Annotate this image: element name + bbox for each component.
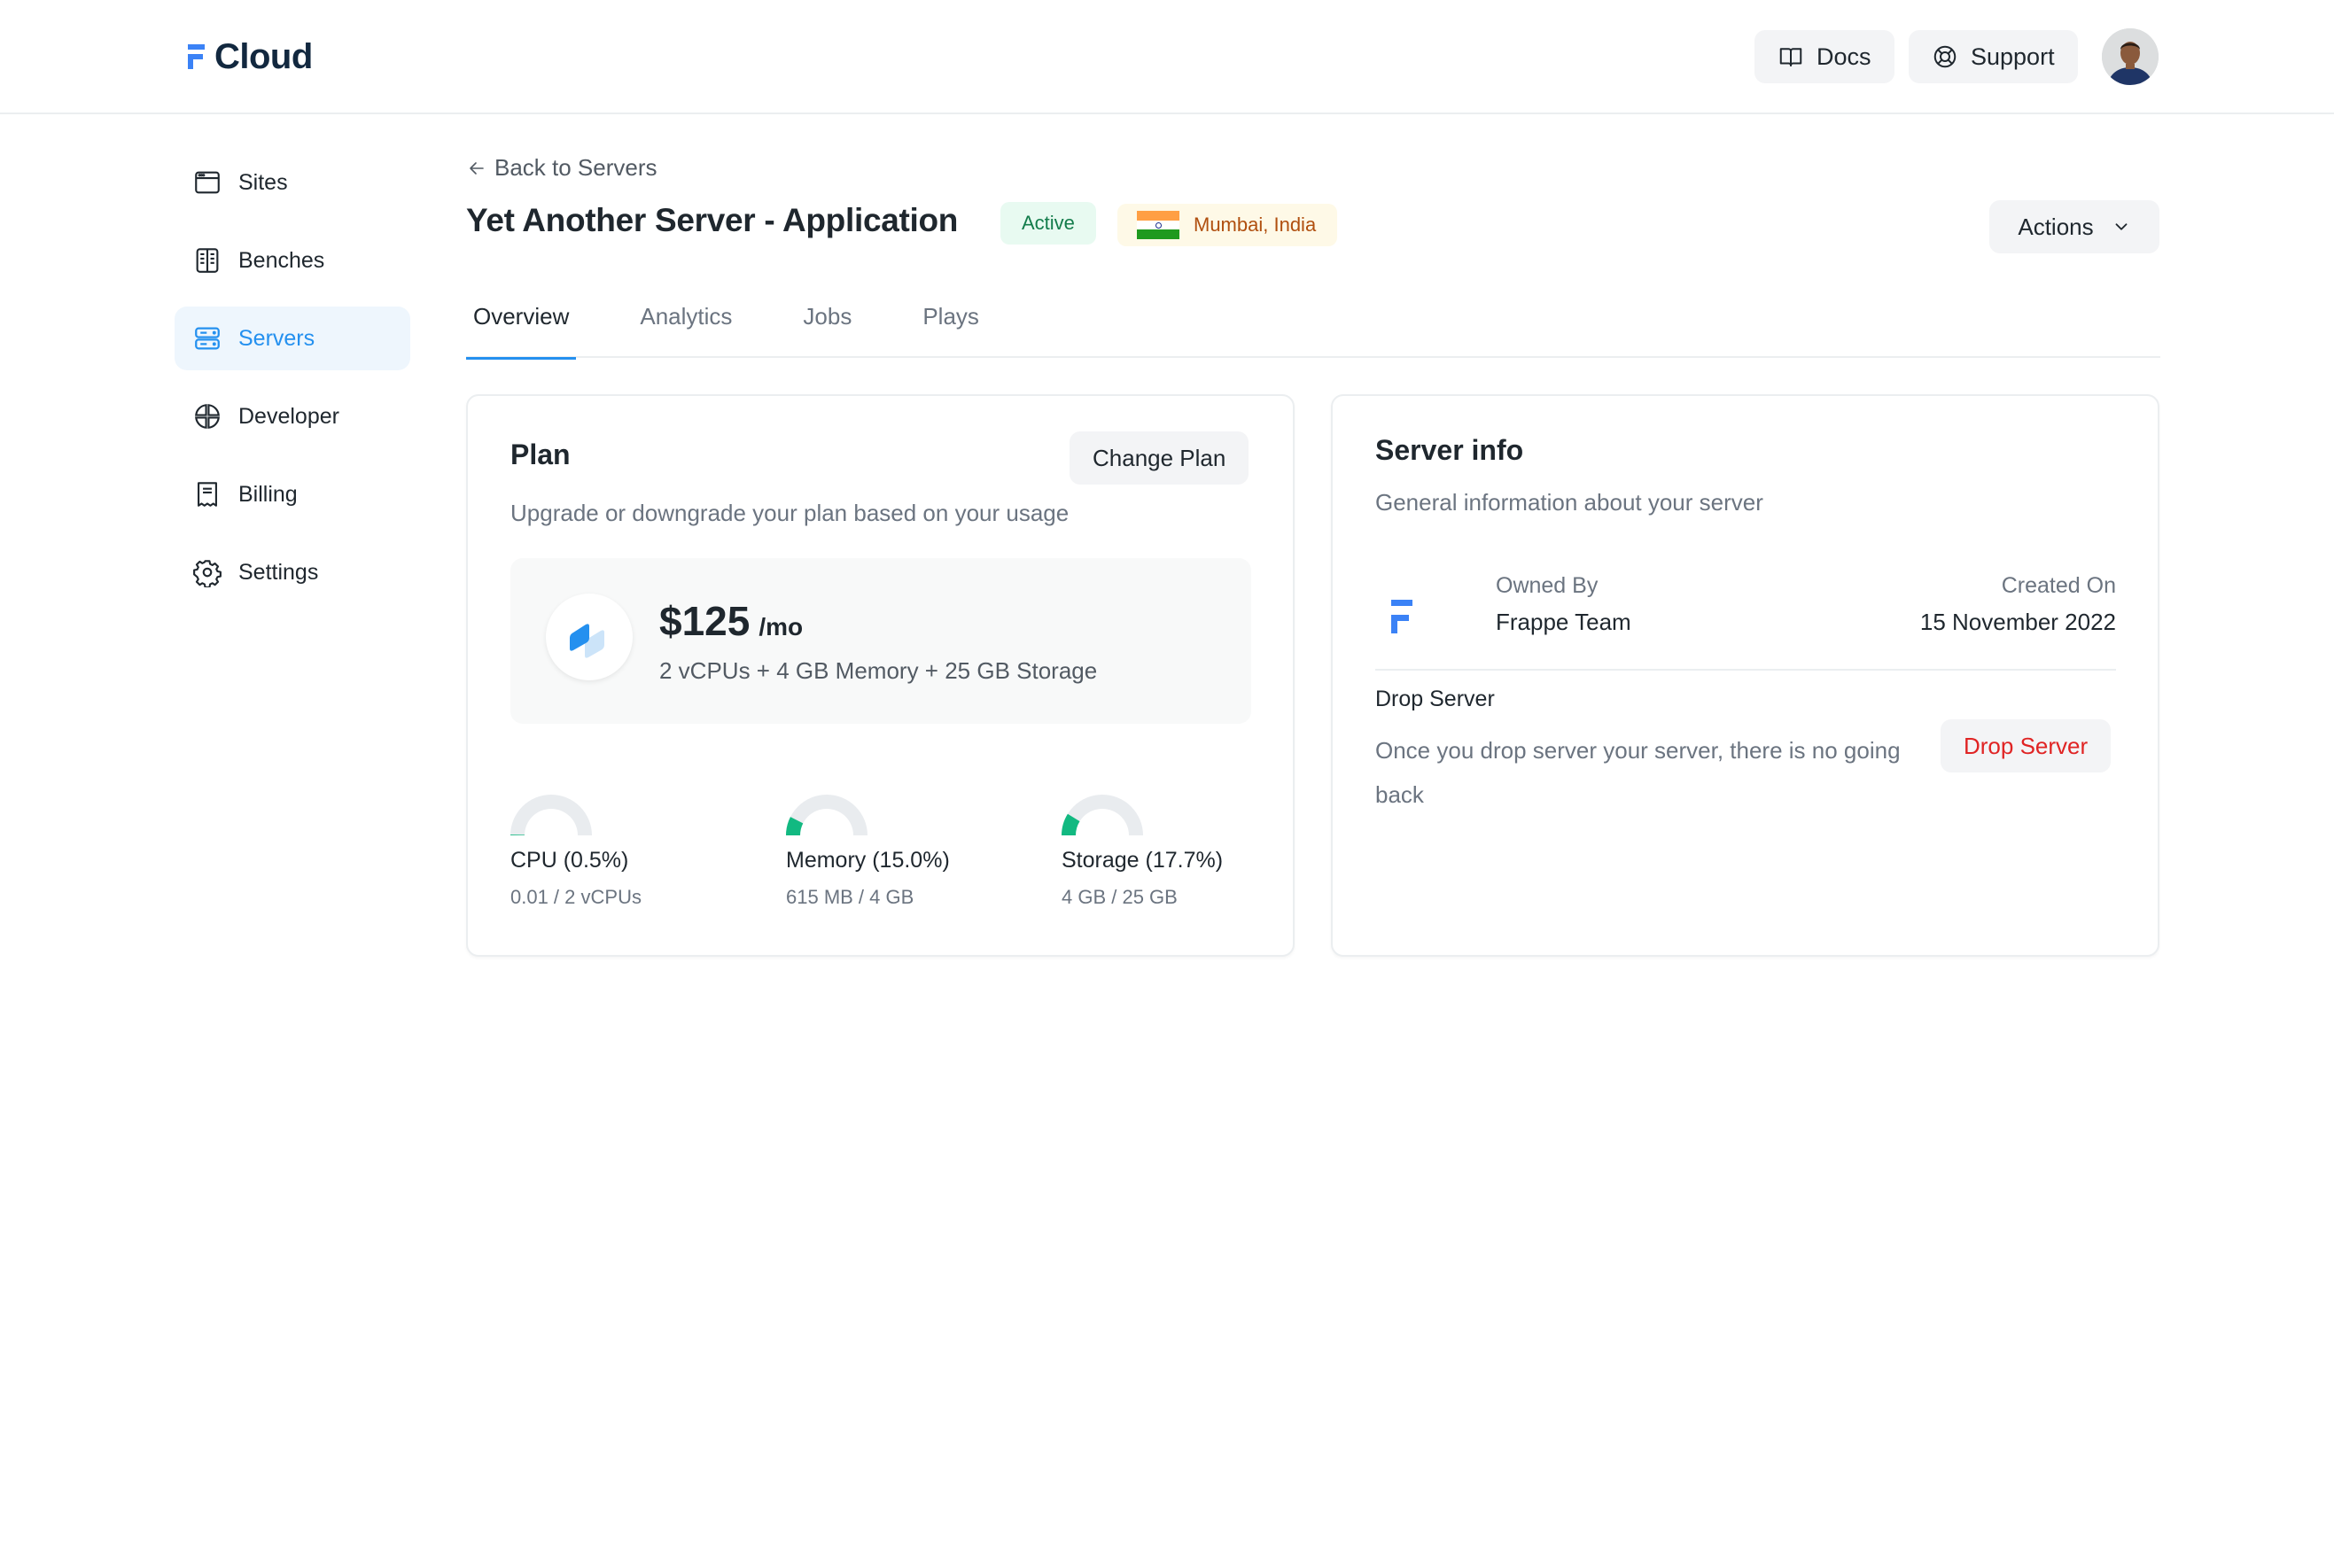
plan-price: $125 /mo <box>659 597 803 645</box>
gauge-track <box>510 795 592 835</box>
back-label: Back to Servers <box>494 154 657 181</box>
sidebar-item-label: Servers <box>238 325 315 351</box>
frappe-cloud-logo[interactable]: Cloud <box>188 37 313 77</box>
storage-gauge-arc <box>1062 795 1143 835</box>
ownership-row: Owned By Frappe Team Created On 15 Novem… <box>1375 573 2116 671</box>
browser-window-icon <box>195 171 220 194</box>
book-icon <box>1779 48 1802 66</box>
tab-analytics[interactable]: Analytics <box>633 285 739 358</box>
created-on-label: Created On <box>2001 573 2116 598</box>
sidebar-item-benches[interactable]: Benches <box>175 229 410 292</box>
storage-usage-detail: 4 GB / 25 GB <box>1062 886 1178 908</box>
sidebar-item-sites[interactable]: Sites <box>175 151 410 214</box>
docs-button[interactable]: Docs <box>1754 30 1894 83</box>
user-avatar[interactable] <box>2102 28 2159 85</box>
memory-gauge-arc <box>786 795 867 835</box>
top-header: Cloud Docs Support <box>0 0 2334 114</box>
plan-price-amount: $125 <box>659 598 751 644</box>
sidebar-item-billing[interactable]: Billing <box>175 462 410 526</box>
plan-price-period: /mo <box>759 613 804 640</box>
sidebar-item-label: Billing <box>238 481 298 507</box>
actions-dropdown-button[interactable]: Actions <box>1989 200 2159 253</box>
storage-usage-gauge: Storage (17.7%) 4 GB / 25 GB <box>1062 795 1283 909</box>
cpu-usage-label: CPU (0.5%) <box>510 848 629 873</box>
storage-usage-label: Storage (17.7%) <box>1062 848 1224 873</box>
region-label: Mumbai, India <box>1194 213 1317 236</box>
tab-bar: Overview Analytics Jobs Plays <box>466 285 2160 360</box>
sidebar-item-servers[interactable]: Servers <box>175 307 410 370</box>
sidebar-item-label: Settings <box>238 559 319 585</box>
memory-usage-detail: 615 MB / 4 GB <box>786 886 914 908</box>
docs-label: Docs <box>1817 43 1871 70</box>
logo-text: Cloud <box>214 37 313 76</box>
server-info-subtitle: General information about your server <box>1375 489 1763 516</box>
plan-specs: 2 vCPUs + 4 GB Memory + 25 GB Storage <box>659 657 1098 684</box>
page-title: Yet Another Server - Application <box>466 202 959 238</box>
server-icon <box>195 327 220 350</box>
sidebar-item-developer[interactable]: Developer <box>175 384 410 448</box>
created-on-value: 15 November 2022 <box>1919 609 2116 635</box>
sidebar-item-settings[interactable]: Settings <box>175 540 410 604</box>
owned-by-label: Owned By <box>1496 573 1599 598</box>
sidebar-item-label: Sites <box>238 169 288 195</box>
gear-icon <box>193 560 222 587</box>
cpu-gauge-arc <box>510 795 592 835</box>
status-badge: Active <box>1000 202 1096 245</box>
support-button[interactable]: Support <box>1909 30 2078 83</box>
avatar-image <box>2102 28 2159 85</box>
sidebar-item-label: Developer <box>238 403 339 429</box>
plan-card-title: Plan <box>510 439 571 470</box>
panels-icon <box>196 248 219 273</box>
lifebuoy-icon <box>1933 45 1957 68</box>
server-info-title: Server info <box>1375 434 1524 466</box>
sidebar-item-label: Benches <box>238 247 325 273</box>
tab-plays[interactable]: Plays <box>915 285 986 358</box>
cpu-usage-detail: 0.01 / 2 vCPUs <box>510 886 642 908</box>
drop-server-button[interactable]: Drop Server <box>1941 719 2112 772</box>
arrow-left-icon <box>470 161 484 175</box>
change-plan-button[interactable]: Change Plan <box>1070 431 1249 485</box>
cpu-usage-gauge: CPU (0.5%) 0.01 / 2 vCPUs <box>510 795 732 909</box>
memory-usage-gauge: Memory (15.0%) 615 MB / 4 GB <box>786 795 1008 909</box>
receipt-icon <box>198 482 217 507</box>
owned-by-value: Frappe Team <box>1496 609 1631 635</box>
india-flag-icon <box>1137 211 1179 240</box>
plan-tier-icon <box>546 594 633 680</box>
plan-card-subtitle: Upgrade or downgrade your plan based on … <box>510 500 1070 526</box>
team-logo-icon <box>1391 600 1414 635</box>
tab-overview[interactable]: Overview <box>466 285 577 360</box>
region-badge: Mumbai, India <box>1117 204 1338 246</box>
memory-usage-label: Memory (15.0%) <box>786 848 950 873</box>
frappe-logo-icon <box>188 43 206 71</box>
chevron-down-icon <box>2115 223 2128 230</box>
sidebar-nav: Sites Benches Servers Developer Billing <box>175 151 410 618</box>
actions-label: Actions <box>2018 213 2094 240</box>
back-to-servers-link[interactable]: Back to Servers <box>466 154 657 182</box>
globe-grid-icon <box>195 404 220 429</box>
current-plan-box: $125 /mo 2 vCPUs + 4 GB Memory + 25 GB S… <box>510 558 1251 724</box>
server-info-card: Server info General information about yo… <box>1331 394 2159 957</box>
support-label: Support <box>1971 43 2055 70</box>
tab-jobs[interactable]: Jobs <box>796 285 859 358</box>
drop-server-title: Drop Server <box>1375 687 1495 711</box>
plan-card: Plan Change Plan Upgrade or downgrade yo… <box>466 394 1295 957</box>
drop-server-description: Once you drop server your server, there … <box>1375 737 1901 808</box>
